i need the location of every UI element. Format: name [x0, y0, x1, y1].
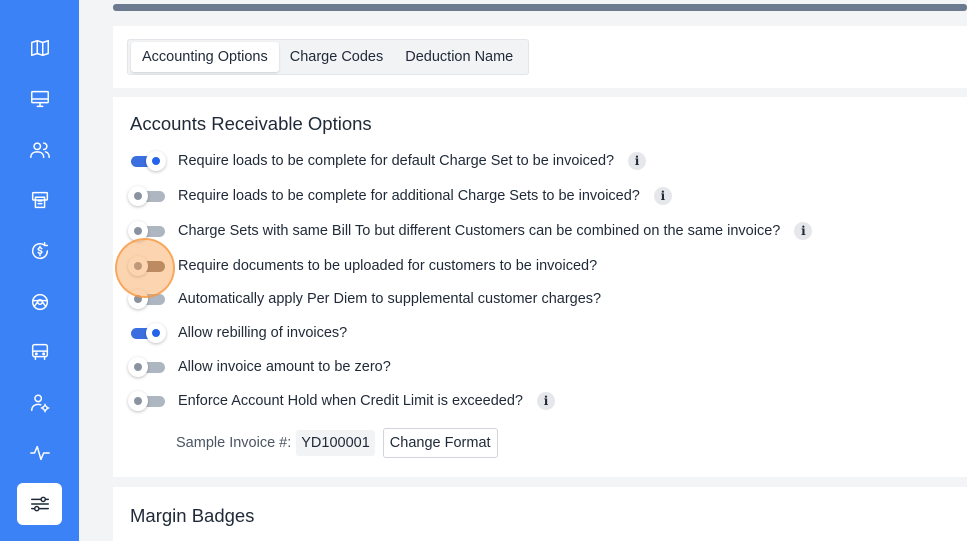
option-row: Require loads to be complete for default… — [128, 149, 647, 173]
sliders-icon — [30, 496, 49, 512]
toggle-switch[interactable] — [128, 357, 166, 377]
monitor-icon — [30, 90, 49, 108]
info-icon[interactable]: i — [794, 222, 813, 240]
tab-bar: Accounting Options Charge Codes Deductio… — [127, 39, 529, 75]
nav-printer[interactable] — [17, 179, 62, 221]
top-scroll-bar — [113, 4, 967, 11]
tab-accounting-options[interactable]: Accounting Options — [131, 42, 279, 72]
sample-invoice-row: Sample Invoice #: YD100001 Change Format — [176, 427, 498, 459]
sample-invoice-value: YD100001 — [296, 430, 375, 456]
option-label: Allow invoice amount to be zero? — [178, 359, 391, 375]
option-label: Require loads to be complete for additio… — [178, 188, 640, 204]
option-label: Enforce Account Hold when Credit Limit i… — [178, 393, 523, 409]
change-format-button[interactable]: Change Format — [382, 428, 498, 458]
section-title: Margin Badges — [130, 505, 255, 526]
nav-user-settings[interactable] — [17, 382, 62, 424]
section-title: Accounts Receivable Options — [130, 113, 372, 134]
option-row: Allow invoice amount to be zero? — [128, 355, 391, 379]
toggle-switch[interactable] — [128, 221, 166, 241]
dollar-cycle-icon — [31, 242, 48, 260]
option-label: Require documents to be uploaded for cus… — [178, 258, 598, 274]
toggle-switch[interactable] — [128, 256, 166, 276]
option-row: Charge Sets with same Bill To but differ… — [128, 219, 813, 243]
option-label: Allow rebilling of invoices? — [178, 325, 348, 341]
activity-icon — [29, 445, 50, 461]
info-icon[interactable]: i — [536, 392, 555, 410]
option-row: Allow rebilling of invoices? — [128, 321, 347, 345]
option-label: Charge Sets with same Bill To but differ… — [178, 223, 781, 239]
tabs-card: Accounting Options Charge Codes Deductio… — [113, 26, 967, 88]
user-settings-icon — [30, 394, 49, 413]
truck-icon — [31, 343, 48, 361]
nav-equipment[interactable] — [17, 331, 62, 373]
nav-monitor[interactable] — [17, 78, 62, 120]
printer-icon — [31, 191, 48, 209]
margin-badges-card: Margin Badges — [113, 487, 967, 541]
tab-deduction-name[interactable]: Deduction Name — [394, 42, 524, 72]
toggle-switch[interactable] — [128, 289, 166, 309]
option-label: Automatically apply Per Diem to suppleme… — [178, 291, 602, 307]
nav-users[interactable] — [17, 129, 62, 171]
steering-wheel-icon — [31, 293, 48, 311]
option-row: Automatically apply Per Diem to suppleme… — [128, 287, 601, 311]
toggle-switch[interactable] — [128, 391, 166, 411]
nav-drivers[interactable] — [17, 281, 62, 323]
option-label: Require loads to be complete for default… — [178, 153, 615, 169]
nav-map[interactable] — [17, 27, 62, 69]
info-icon[interactable]: i — [653, 187, 672, 205]
nav-activity[interactable] — [17, 432, 62, 474]
toggle-switch[interactable] — [128, 323, 166, 343]
nav-settings[interactable] — [17, 483, 62, 525]
nav-billing[interactable] — [17, 230, 62, 272]
tab-charge-codes[interactable]: Charge Codes — [279, 42, 395, 72]
info-icon[interactable]: i — [628, 152, 647, 170]
toggle-switch[interactable] — [128, 151, 166, 171]
accounts-receivable-card: Accounts Receivable Options Require load… — [113, 97, 967, 477]
option-row: Enforce Account Hold when Credit Limit i… — [128, 389, 555, 413]
map-icon — [30, 39, 49, 57]
sidebar — [0, 0, 79, 541]
option-row: Require loads to be complete for additio… — [128, 184, 672, 208]
users-icon — [29, 142, 50, 159]
option-row: Require documents to be uploaded for cus… — [128, 254, 597, 278]
sample-invoice-label: Sample Invoice #: — [176, 435, 292, 451]
toggle-switch[interactable] — [128, 186, 166, 206]
